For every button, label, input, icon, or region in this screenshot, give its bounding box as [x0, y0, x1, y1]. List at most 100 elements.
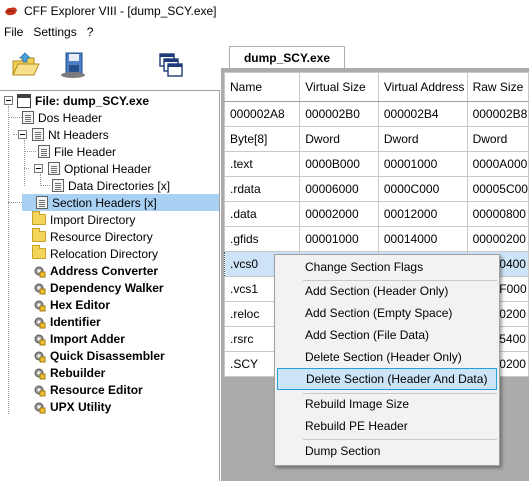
table-cell[interactable]: 00001000 — [299, 226, 379, 252]
tree-item-section-headers[interactable]: Section Headers [x] — [22, 194, 219, 211]
menu-rebuild-pe-header[interactable]: Rebuild PE Header — [277, 415, 497, 437]
tool-gear-icon — [34, 317, 46, 328]
tree-root-file[interactable]: File: dump_SCY.exe — [4, 92, 149, 109]
table-cell[interactable]: 00005C00 — [466, 176, 529, 202]
menu-change-section-flags[interactable]: Change Section Flags — [277, 256, 497, 278]
tree-item-data-directories[interactable]: Data Directories [x] — [52, 177, 170, 194]
table-cell: 000002B0 — [299, 101, 379, 127]
save-icon — [61, 52, 85, 78]
document-icon — [36, 196, 48, 209]
tree-item-resource-directory[interactable]: Resource Directory — [32, 228, 153, 245]
table-row[interactable]: .rdata 00006000 0000C000 00005C00 — [223, 176, 529, 202]
table-cell[interactable]: 00002000 — [299, 201, 379, 227]
tree-item-dos-header[interactable]: Dos Header — [22, 109, 102, 126]
windows-button[interactable] — [154, 48, 188, 82]
tool-gear-icon — [34, 385, 46, 396]
tree-tool-import-adder[interactable]: Import Adder — [32, 330, 125, 347]
window-title: CFF Explorer VIII - [dump_SCY.exe] — [24, 4, 217, 18]
table-cell: 000002B8 — [466, 101, 529, 127]
menu-bar: File Settings ? — [0, 22, 529, 42]
tool-gear-icon — [34, 300, 46, 311]
tool-gear-icon — [34, 402, 46, 413]
table-cell: Byte[8] — [223, 126, 301, 152]
table-cell[interactable]: 0000A000 — [466, 151, 529, 177]
table-cell[interactable]: .text — [223, 151, 301, 177]
tree-tool-identifier[interactable]: Identifier — [32, 313, 101, 330]
title-bar: CFF Explorer VIII - [dump_SCY.exe] — [0, 0, 529, 22]
table-cell[interactable]: 00001000 — [377, 151, 468, 177]
menu-add-section-header-only[interactable]: Add Section (Header Only) — [277, 280, 497, 302]
tool-gear-icon — [34, 368, 46, 379]
folder-icon — [32, 211, 46, 225]
tree-item-relocation-directory[interactable]: Relocation Directory — [32, 245, 158, 262]
menu-help[interactable]: ? — [82, 25, 99, 39]
table-cell[interactable]: 0000C000 — [377, 176, 468, 202]
column-header[interactable]: Virtual Size — [299, 72, 379, 102]
tree-item-file-header[interactable]: File Header — [38, 143, 116, 160]
table-row[interactable]: .text 0000B000 00001000 0000A000 — [223, 151, 529, 177]
tool-gear-icon — [34, 351, 46, 362]
table-cell: 000002B4 — [377, 101, 468, 127]
table-cell[interactable]: 00006000 — [299, 176, 379, 202]
collapse-toggle[interactable] — [4, 96, 13, 105]
tool-gear-icon — [34, 334, 46, 345]
table-cell[interactable]: 00012000 — [377, 201, 468, 227]
menu-add-section-empty-space[interactable]: Add Section (Empty Space) — [277, 302, 497, 324]
column-header[interactable]: Virtual Address — [377, 72, 468, 102]
menu-file[interactable]: File — [0, 25, 28, 39]
table-cell: 000002A8 — [223, 101, 301, 127]
tree-tool-rebuilder[interactable]: Rebuilder — [32, 364, 105, 381]
tree-tool-upx-utility[interactable]: UPX Utility — [32, 398, 111, 415]
table-type-row: Byte[8] Dword Dword Dword — [223, 126, 529, 152]
table-row[interactable]: .data 00002000 00012000 00000800 — [223, 201, 529, 227]
windows-icon — [159, 53, 183, 77]
menu-dump-section[interactable]: Dump Section — [277, 440, 497, 462]
table-cell[interactable]: .gfids — [223, 226, 301, 252]
tree-tool-quick-disassembler[interactable]: Quick Disassembler — [32, 347, 165, 364]
menu-delete-section-header-and-data[interactable]: Delete Section (Header And Data) — [277, 368, 497, 390]
document-icon — [32, 128, 44, 141]
tree-tool-address-converter[interactable]: Address Converter — [32, 262, 158, 279]
tool-gear-icon — [34, 283, 46, 294]
table-row[interactable]: .gfids 00001000 00014000 00000200 — [223, 226, 529, 252]
table-offset-row: 000002A8 000002B0 000002B4 000002B8 — [223, 101, 529, 127]
table-cell: Dword — [299, 126, 379, 152]
table-cell[interactable]: 00014000 — [377, 226, 468, 252]
app-logo-icon — [5, 7, 17, 16]
tree-item-import-directory[interactable]: Import Directory — [32, 211, 135, 228]
document-icon — [52, 179, 64, 192]
table-cell[interactable]: 00000200 — [466, 226, 529, 252]
context-menu: Change Section Flags Add Section (Header… — [274, 254, 500, 466]
menu-add-section-file-data[interactable]: Add Section (File Data) — [277, 324, 497, 346]
menu-rebuild-image-size[interactable]: Rebuild Image Size — [277, 393, 497, 415]
collapse-toggle[interactable] — [18, 130, 27, 139]
tool-gear-icon — [34, 266, 46, 277]
column-header[interactable]: Raw Size — [466, 72, 529, 102]
tree-tool-resource-editor[interactable]: Resource Editor — [32, 381, 143, 398]
open-icon — [12, 52, 40, 76]
table-cell[interactable]: 0000B000 — [299, 151, 379, 177]
menu-delete-section-header-only[interactable]: Delete Section (Header Only) — [277, 346, 497, 368]
table-cell: Dword — [466, 126, 529, 152]
table-cell[interactable]: .data — [223, 201, 301, 227]
collapse-toggle[interactable] — [34, 164, 43, 173]
document-icon — [38, 145, 50, 158]
menu-settings[interactable]: Settings — [28, 25, 81, 39]
table-cell[interactable]: .rdata — [223, 176, 301, 202]
save-file-button[interactable] — [56, 48, 90, 82]
folder-icon — [32, 245, 46, 259]
tab-dump-scy[interactable]: dump_SCY.exe — [229, 46, 345, 69]
tree-tool-dependency-walker[interactable]: Dependency Walker — [32, 279, 164, 296]
column-header[interactable]: Name — [223, 72, 301, 102]
navigation-tree: File: dump_SCY.exe Dos Header Nt Headers… — [0, 90, 220, 481]
open-file-button[interactable] — [8, 48, 42, 82]
table-cell: Dword — [377, 126, 468, 152]
file-icon — [17, 93, 31, 108]
tree-item-nt-headers[interactable]: Nt Headers — [18, 126, 109, 143]
folder-icon — [32, 228, 46, 242]
table-header-row: Name Virtual Size Virtual Address Raw Si… — [223, 72, 529, 102]
tree-item-optional-header[interactable]: Optional Header — [34, 160, 151, 177]
tree-tool-hex-editor[interactable]: Hex Editor — [32, 296, 110, 313]
table-cell[interactable]: 00000800 — [466, 201, 529, 227]
tab-strip: dump_SCY.exe — [221, 42, 529, 69]
